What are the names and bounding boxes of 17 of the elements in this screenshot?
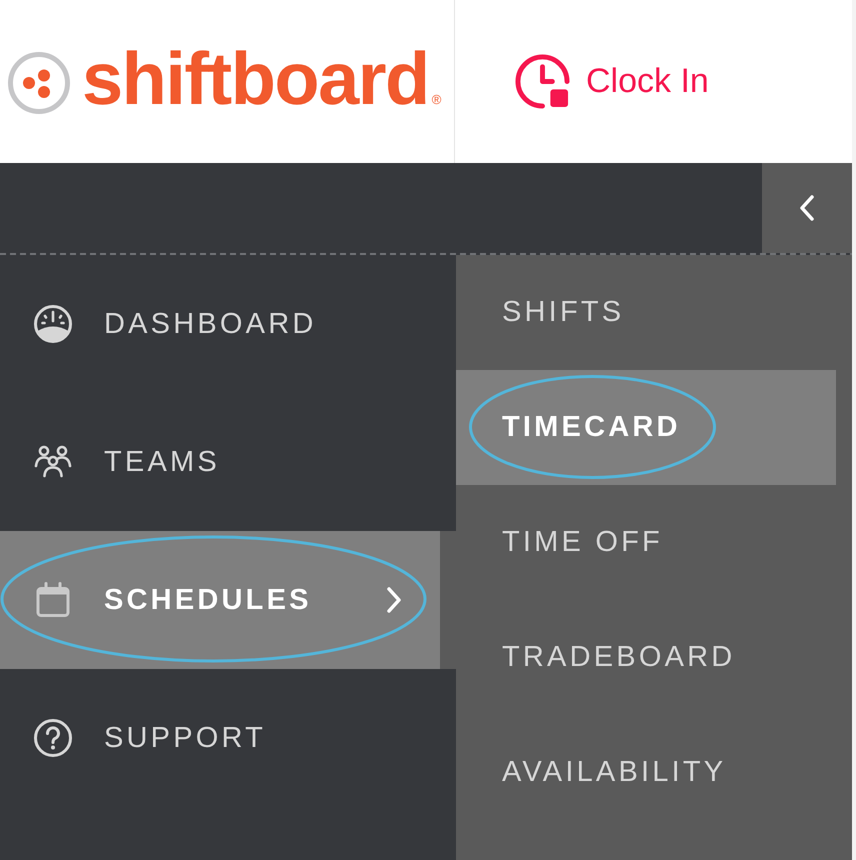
nav-item[interactable]: SUPPORT — [0, 669, 456, 807]
submenu-item[interactable]: TIMECARD — [456, 370, 836, 485]
gauge-icon — [33, 304, 73, 344]
submenu-item[interactable]: TRADEBOARD — [456, 600, 836, 715]
nav-item[interactable]: DASHBOARD — [0, 255, 456, 393]
submenu-item[interactable]: AVAILABILITY — [456, 715, 836, 830]
clock-in-button[interactable]: Clock In — [515, 54, 709, 109]
question-icon — [33, 718, 73, 758]
nav-item[interactable]: SCHEDULES — [0, 531, 456, 669]
submenu-item[interactable]: SHIFTS — [456, 255, 836, 370]
nav-item[interactable]: TEAMS — [0, 393, 456, 531]
chevron-left-icon — [799, 195, 815, 221]
submenu-item[interactable]: TIME OFF — [456, 485, 836, 600]
logo-icon — [8, 52, 70, 114]
collapse-button[interactable] — [762, 163, 852, 253]
logo-wordmark: shiftboard® — [82, 42, 442, 116]
clock-icon — [515, 54, 570, 109]
